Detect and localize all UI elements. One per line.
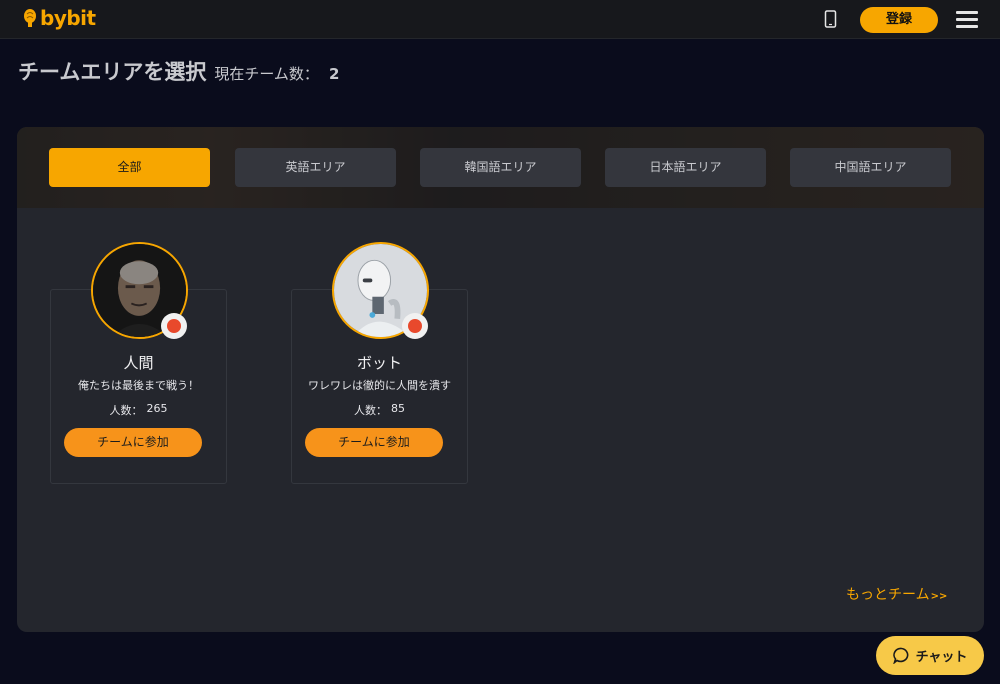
tab-korean-area[interactable]: 韓国語エリア [420, 148, 581, 187]
human-team-slogan: 俺たちは最後まで戦う！ [78, 379, 199, 392]
team-count-label: 現在チーム数： [214, 65, 319, 83]
chat-button[interactable]: チャット [876, 636, 984, 675]
human-team-name: 人間 [123, 354, 154, 372]
bot-team-name: ボット [356, 354, 402, 372]
bybit-logo[interactable]: bybit [23, 6, 96, 30]
members-label: 人数： [109, 404, 143, 417]
members-value: 265 [146, 402, 168, 415]
page-title: チームエリアを選択 [18, 60, 207, 84]
join-human-team-button[interactable]: チームに参加 [64, 428, 202, 457]
members-label: 人数： [354, 404, 387, 417]
more-teams-link[interactable]: もっとチーム>> [846, 584, 947, 604]
join-bot-team-button[interactable]: チームに参加 [305, 428, 443, 457]
bot-status-badge [402, 313, 428, 339]
more-teams-arrows: >> [930, 591, 948, 602]
members-value: 85 [391, 402, 405, 415]
team-area-panel: 全部 英語エリア 韓国語エリア 日本語エリア 中国語エリア 人間 俺たちは最後ま… [17, 127, 984, 632]
tab-japanese-area[interactable]: 日本語エリア [605, 148, 766, 187]
bot-team-members: 人数： 85 [291, 402, 468, 418]
brain-logo-icon [24, 9, 36, 27]
chat-bubble-icon [892, 647, 908, 664]
team-count-value: 2 [328, 65, 340, 83]
human-status-badge [161, 313, 187, 339]
mobile-phone-icon[interactable] [824, 10, 837, 28]
tab-english-area[interactable]: 英語エリア [235, 148, 396, 187]
human-team-members: 人数： 265 [50, 402, 227, 418]
bot-team-slogan: ワレワレは徹的に人間を潰す [308, 379, 451, 392]
more-teams-label: もっとチーム [846, 587, 930, 603]
tab-all[interactable]: 全部 [49, 148, 210, 187]
logo-text: bybit [40, 6, 96, 30]
page-heading: チームエリアを選択 現在チーム数： 2 [18, 56, 339, 86]
register-button[interactable]: 登録 [860, 7, 938, 33]
hamburger-menu-icon[interactable] [956, 11, 978, 29]
top-nav-bar: bybit 登録 [0, 0, 1000, 39]
tab-chinese-area[interactable]: 中国語エリア [790, 148, 951, 187]
chat-label: チャット [915, 650, 968, 665]
